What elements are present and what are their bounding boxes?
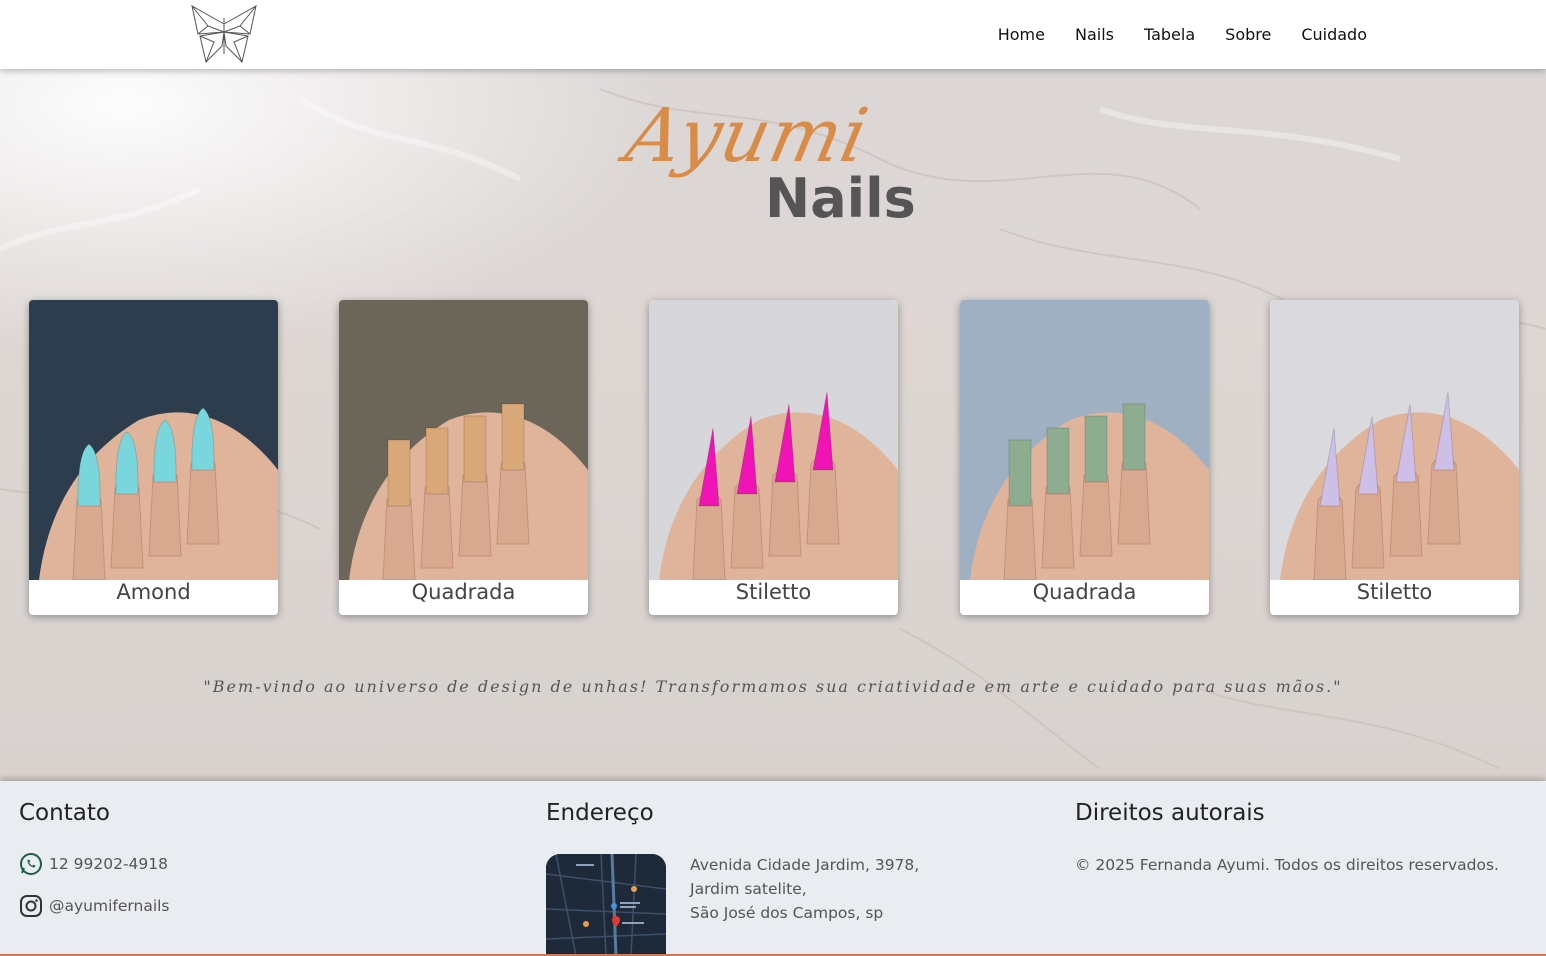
copyright-text: © 2025 Fernanda Ayumi. Todos os direitos… [1075,856,1499,874]
nail-photo [960,300,1209,580]
address-line-3: São José dos Campos, sp [690,904,884,922]
nail-card-2[interactable]: Quadrada [339,300,588,615]
nail-card-label: Stiletto [735,580,812,604]
nail-photo [1270,300,1519,580]
nav-nails-link[interactable]: Nails [1075,25,1114,44]
hero-section: Ayumi Nails Amond Quadrada Stiletto Quadrad… [0,69,1546,781]
brand-logo: Ayumi Nails [618,93,930,239]
nav-cuidado-link[interactable]: Cuidado [1301,25,1367,44]
instagram-link[interactable]: @ayumifernails [19,894,170,918]
brand-bold-text: Nails [765,167,916,230]
whatsapp-icon [20,853,42,875]
phone-link[interactable]: 12 99202-4918 [19,852,168,876]
nail-card-label: Quadrada [1032,580,1137,604]
main-nav: Home Nails Tabela Sobre Cuidado [998,0,1367,69]
address-title: Endereço [546,800,654,826]
nail-card-3[interactable]: Stiletto [649,300,898,615]
nav-sobre-link[interactable]: Sobre [1225,25,1271,44]
contact-title: Contato [19,800,110,826]
map-icon [546,854,666,956]
phone-number: 12 99202-4918 [49,855,168,873]
nail-photo [29,300,278,580]
copyright-title: Direitos autorais [1075,800,1265,826]
brand-script-text: Ayumi [618,93,876,179]
nail-card-label: Stiletto [1356,580,1433,604]
site-footer: Contato 12 99202-4918 @ayumifernails End… [0,781,1546,956]
nail-card-label: Quadrada [411,580,516,604]
nail-card-4[interactable]: Quadrada [960,300,1209,615]
site-header: Home Nails Tabela Sobre Cuidado [0,0,1546,69]
address-line-2: Jardim satelite, [690,880,807,898]
nav-home-link[interactable]: Home [998,25,1045,44]
map-thumbnail[interactable] [546,854,666,956]
welcome-quote: "Bem-vindo ao universo de design de unha… [203,677,1343,696]
nail-photo [649,300,898,580]
address-line-1: Avenida Cidade Jardim, 3978, [690,856,920,874]
instagram-handle: @ayumifernails [49,897,170,915]
nail-card-label: Amond [116,580,191,604]
instagram-icon [20,895,42,917]
nail-card-5[interactable]: Stiletto [1270,300,1519,615]
nav-tabela-link[interactable]: Tabela [1144,25,1195,44]
nail-gallery: Amond Quadrada Stiletto Quadrada Stiletto [0,300,1546,616]
butterfly-logo-icon[interactable] [188,4,260,66]
nail-photo [339,300,588,580]
address-block: Avenida Cidade Jardim, 3978, Jardim sate… [690,853,919,925]
nail-card-1[interactable]: Amond [29,300,278,615]
